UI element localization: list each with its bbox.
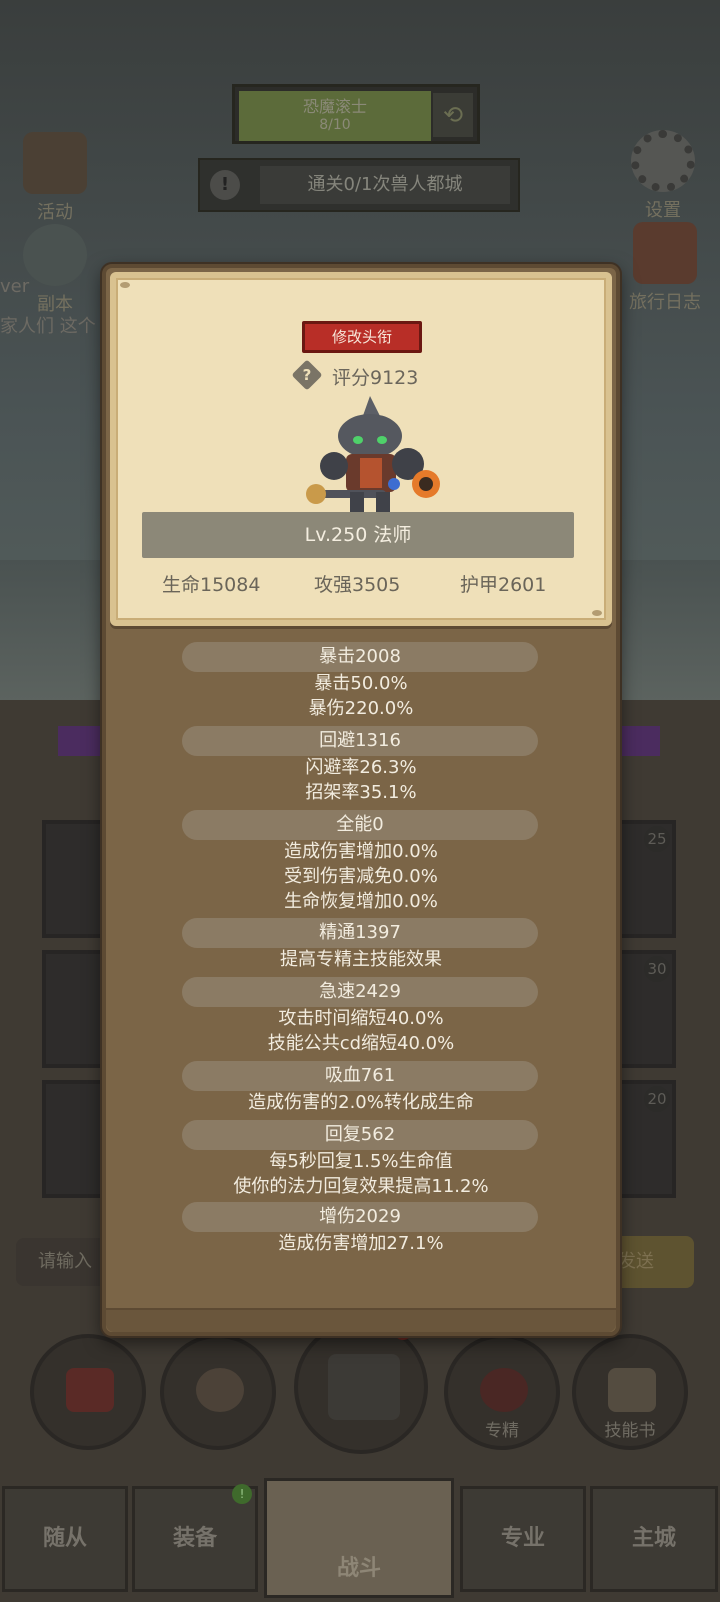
tab-profession[interactable]: 专业: [460, 1486, 586, 1592]
stat-detail: 造成伤害增加0.0%: [284, 841, 438, 862]
base-stats-row: 生命15084 攻强3505 护甲2601: [116, 570, 606, 600]
settings-label: 设置: [645, 200, 681, 221]
stat-header-haste: 急速2429: [182, 977, 538, 1007]
purple-bar-right: [622, 726, 660, 756]
stat-detail: 暴伤220.0%: [308, 698, 414, 719]
travel-log-label: 旅行日志: [629, 292, 701, 313]
specialization-label: 专精: [485, 1421, 519, 1441]
stat-detail: 招架率35.1%: [305, 782, 417, 803]
corner-nail: [120, 282, 130, 288]
travel-log-button[interactable]: 旅行日志: [620, 222, 710, 314]
rating-score: 评分9123: [332, 367, 419, 389]
specialization-button[interactable]: 专精: [444, 1334, 560, 1450]
send-button[interactable]: 发送: [612, 1236, 694, 1288]
chest-button[interactable]: !: [294, 1320, 428, 1454]
character-stats-dialog: 修改头衔 ? 评分9123 Lv.250 法师 生命15084 攻强3505 护…: [102, 264, 620, 1336]
tab-followers[interactable]: 随从: [2, 1486, 128, 1592]
dungeon-button[interactable]: 副本: [10, 224, 100, 316]
stat-detail: 提高专精主技能效果: [280, 949, 442, 970]
corner-nail: [592, 610, 602, 616]
tab-battle[interactable]: 战斗: [264, 1478, 454, 1598]
quest-progress-text: 8/10: [319, 117, 351, 133]
clear-progress-text: 通关0/1次兽人都城: [260, 166, 510, 204]
stat-header-regen: 回复562: [182, 1120, 538, 1150]
question-mark: ?: [302, 366, 312, 384]
bread-icon: [196, 1368, 244, 1412]
stat-detail: 暴击50.0%: [314, 673, 408, 694]
change-title-button[interactable]: 修改头衔: [302, 321, 422, 353]
character-card: 修改头衔 ? 评分9123 Lv.250 法师 生命15084 攻强3505 护…: [110, 272, 612, 626]
card-level-badge: 20: [644, 1086, 670, 1112]
card-level-badge: 30: [644, 956, 670, 982]
attack-power-stat: 攻强3505: [314, 574, 401, 596]
gear-icon: [631, 130, 695, 192]
stat-detail: 使你的法力回复效果提高11.2%: [233, 1176, 489, 1197]
stat-detail: 攻击时间缩短40.0%: [278, 1008, 444, 1029]
skill-book-button[interactable]: 技能书: [572, 1334, 688, 1450]
skill-book-label: 技能书: [604, 1421, 656, 1441]
clear-progress-bar: ! 通关0/1次兽人都城: [198, 158, 520, 212]
purple-bar-left: [58, 726, 102, 756]
card-level-badge: 25: [644, 826, 670, 852]
potion-icon: [66, 1368, 114, 1412]
stat-detail: 造成伤害的2.0%转化成生命: [248, 1092, 474, 1113]
activity-button[interactable]: 活动: [10, 132, 100, 224]
hp-stat: 生命15084: [162, 574, 261, 596]
stat-detail: 闪避率26.3%: [305, 757, 417, 778]
stat-header-crit: 暴击2008: [182, 642, 538, 672]
journal-icon: [633, 222, 697, 284]
character-portrait: [306, 396, 440, 514]
info-icon[interactable]: !: [210, 170, 240, 200]
level-class-banner: Lv.250 法师: [142, 512, 574, 558]
chat-fragment: ver: [0, 276, 30, 297]
quest-progress-bar[interactable]: 恐魔滚士 8/10 ⟲: [232, 84, 480, 144]
armor-stat: 护甲2601: [460, 574, 547, 596]
activity-icon: [23, 132, 87, 194]
stat-header-avoidance: 回避1316: [182, 726, 538, 756]
refresh-icon[interactable]: ⟲: [433, 93, 473, 137]
stat-detail: 每5秒回复1.5%生命值: [269, 1151, 453, 1172]
stat-detail: 技能公共cd缩短40.0%: [267, 1033, 455, 1054]
potion-button[interactable]: [30, 1334, 146, 1450]
dialog-bottom-rim: [106, 1308, 616, 1332]
activity-label: 活动: [37, 202, 73, 223]
chest-icon: [328, 1354, 400, 1420]
stat-detail: 造成伤害增加27.1%: [278, 1233, 444, 1254]
stat-header-versatility: 全能0: [182, 810, 538, 840]
stat-header-mastery: 精通1397: [182, 918, 538, 948]
quest-name: 恐魔滚士: [302, 97, 367, 116]
book-icon: [608, 1368, 656, 1412]
bread-button[interactable]: [160, 1334, 276, 1450]
chat-fragment: 家人们 这个: [0, 316, 96, 337]
stat-header-damage: 增伤2029: [182, 1202, 538, 1232]
settings-button[interactable]: 设置: [618, 130, 708, 222]
specialization-icon: [480, 1368, 528, 1412]
stat-detail: 受到伤害减免0.0%: [284, 866, 438, 887]
notification-badge: !: [232, 1484, 252, 1504]
stat-header-leech: 吸血761: [182, 1061, 538, 1091]
chat-input[interactable]: 请输入: [16, 1238, 106, 1286]
stat-detail: 生命恢复增加0.0%: [284, 891, 438, 912]
tab-main-city[interactable]: 主城: [590, 1486, 718, 1592]
dungeon-icon: [23, 224, 87, 286]
